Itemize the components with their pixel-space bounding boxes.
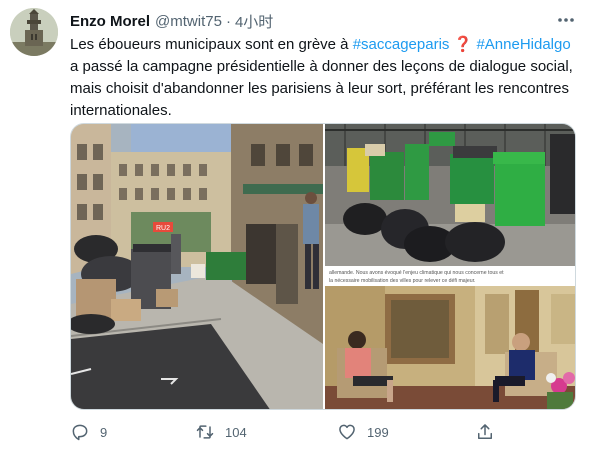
tweet-text-intro: Les éboueurs municipaux sont en grève à (70, 36, 353, 53)
photo-caption-line-1: allemande. Nous avons évoqué l'enjeu cli… (329, 270, 504, 276)
timestamp[interactable]: 4小时 (235, 11, 273, 32)
reply-count: 9 (100, 424, 108, 440)
share-icon (478, 424, 492, 439)
hashtag-saccageparis[interactable]: #saccageparis (353, 36, 450, 53)
avatar[interactable] (10, 8, 58, 56)
reply-button[interactable]: 9 (70, 418, 107, 446)
author-name[interactable]: Enzo Morel (70, 13, 150, 30)
photo-street-garbage[interactable]: RU2 (71, 124, 323, 409)
like-count: 199 (367, 424, 389, 440)
street-sign-text: RU2 (156, 225, 170, 232)
photo-meeting[interactable]: allemande. Nous avons évoqué l'enjeu cli… (325, 268, 575, 409)
tweet-actions: 9 104 199 (70, 418, 510, 446)
avatar-image (10, 8, 58, 56)
author-handle[interactable]: @mtwit75 (155, 13, 222, 30)
share-button[interactable] (475, 418, 495, 446)
media-grid: RU2 allemande. Nous avons évoqué l'enjeu… (70, 123, 576, 410)
header-separator: · (225, 12, 231, 30)
retweet-count: 104 (225, 424, 247, 440)
tweet-text: Les éboueurs municipaux sont en grève à … (70, 34, 580, 122)
reply-icon (72, 424, 88, 441)
tweet-text-body: a passé la campagne présidentielle à don… (70, 58, 573, 119)
retweet-button[interactable]: 104 (195, 418, 247, 446)
photo-caption-line-2: la nécessaire mobilisation des villes po… (329, 278, 475, 284)
tweet-header: Enzo Morel @mtwit75 · 4小时 (70, 11, 273, 31)
heart-icon (339, 424, 355, 440)
more-options-button[interactable] (555, 10, 577, 30)
retweet-icon (196, 425, 214, 439)
question-mark-emoji: ❓ (453, 36, 473, 53)
more-icon (558, 18, 574, 22)
tweet-card[interactable]: Enzo Morel @mtwit75 · 4小时 Les éboueurs m… (0, 0, 590, 455)
hashtag-annehidalgo[interactable]: #AnneHidalgo (476, 36, 570, 53)
like-button[interactable]: 199 (337, 418, 389, 446)
photo-green-bins[interactable] (325, 124, 575, 266)
